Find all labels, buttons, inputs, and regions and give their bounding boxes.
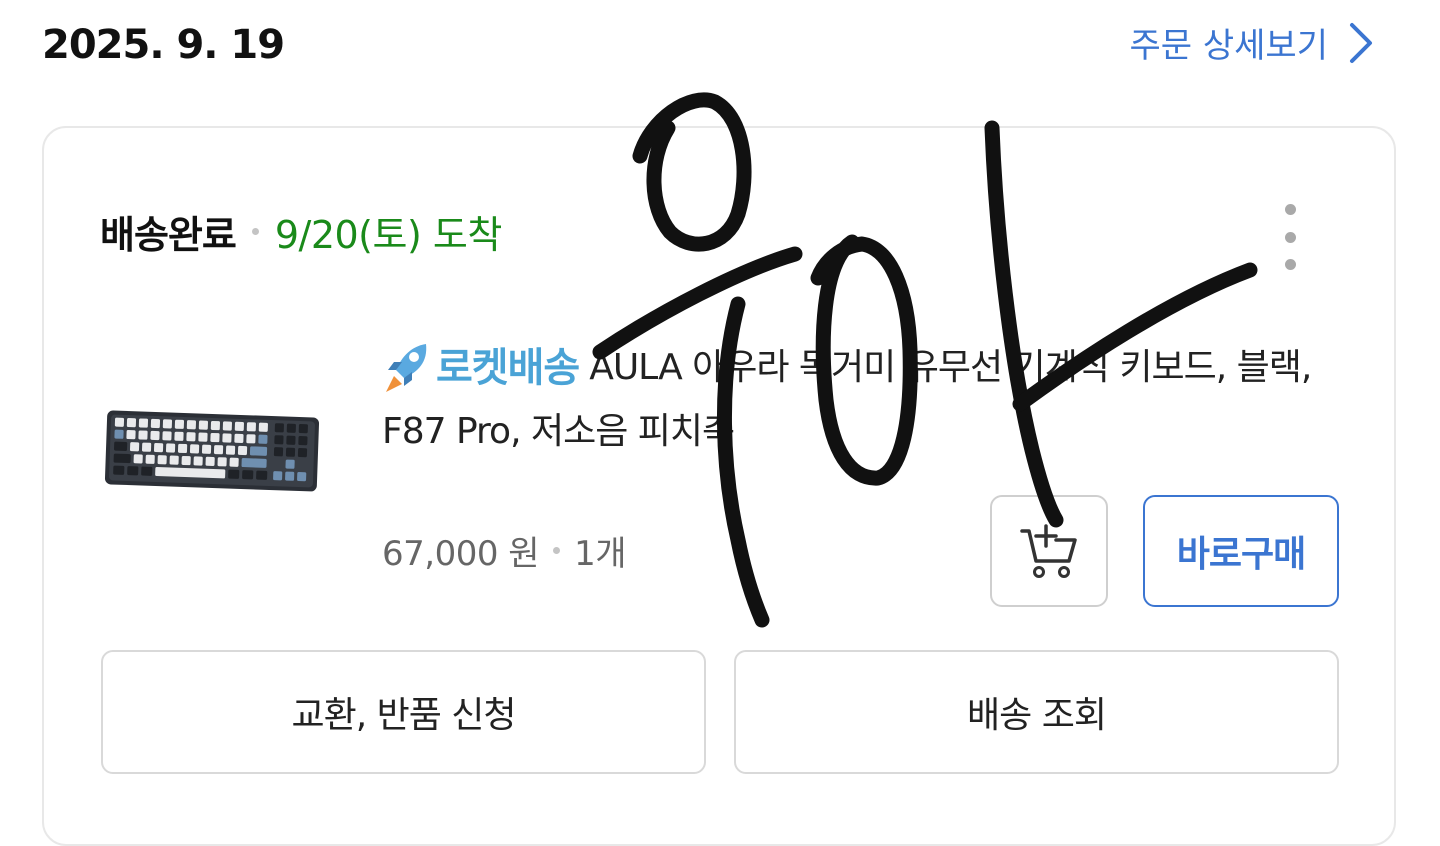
cart-plus-icon: [1020, 524, 1077, 578]
delivery-track-button[interactable]: 배송 조회: [734, 650, 1339, 774]
buy-now-button[interactable]: 바로구매: [1143, 495, 1339, 607]
product-image[interactable]: [102, 408, 324, 494]
arrival-date: 9/20(토) 도착: [274, 213, 502, 257]
price-row: 67,000 원 1개: [382, 526, 626, 575]
order-detail-label: 주문 상세보기: [1129, 26, 1329, 66]
product-price: 67,000 원: [382, 534, 540, 574]
rocket-delivery-label: 로켓배송: [436, 345, 580, 391]
delivery-status-row: 배송완료 9/20(토) 도착: [100, 204, 502, 259]
product-quantity: 1개: [574, 534, 626, 574]
order-detail-link[interactable]: 주문 상세보기: [1130, 18, 1375, 67]
more-options-button[interactable]: [1274, 204, 1306, 270]
rocket-icon: [386, 344, 427, 392]
exchange-return-button[interactable]: 교환, 반품 신청: [101, 650, 706, 774]
separator-dot: [251, 228, 259, 235]
more-vertical-icon: [1284, 204, 1296, 215]
chevron-right-icon: [1350, 22, 1372, 63]
delivery-status: 배송완료: [100, 213, 237, 257]
product-title[interactable]: 로켓배송 AULA 아우라 독거미 유무선 기계식 키보드, 블랙, F87 P…: [382, 336, 1342, 464]
separator-dot: [553, 547, 561, 554]
order-date: 2025. 9. 19: [42, 22, 285, 68]
rocket-delivery-badge: 로켓배송: [382, 336, 580, 400]
add-to-cart-button[interactable]: [990, 495, 1108, 607]
